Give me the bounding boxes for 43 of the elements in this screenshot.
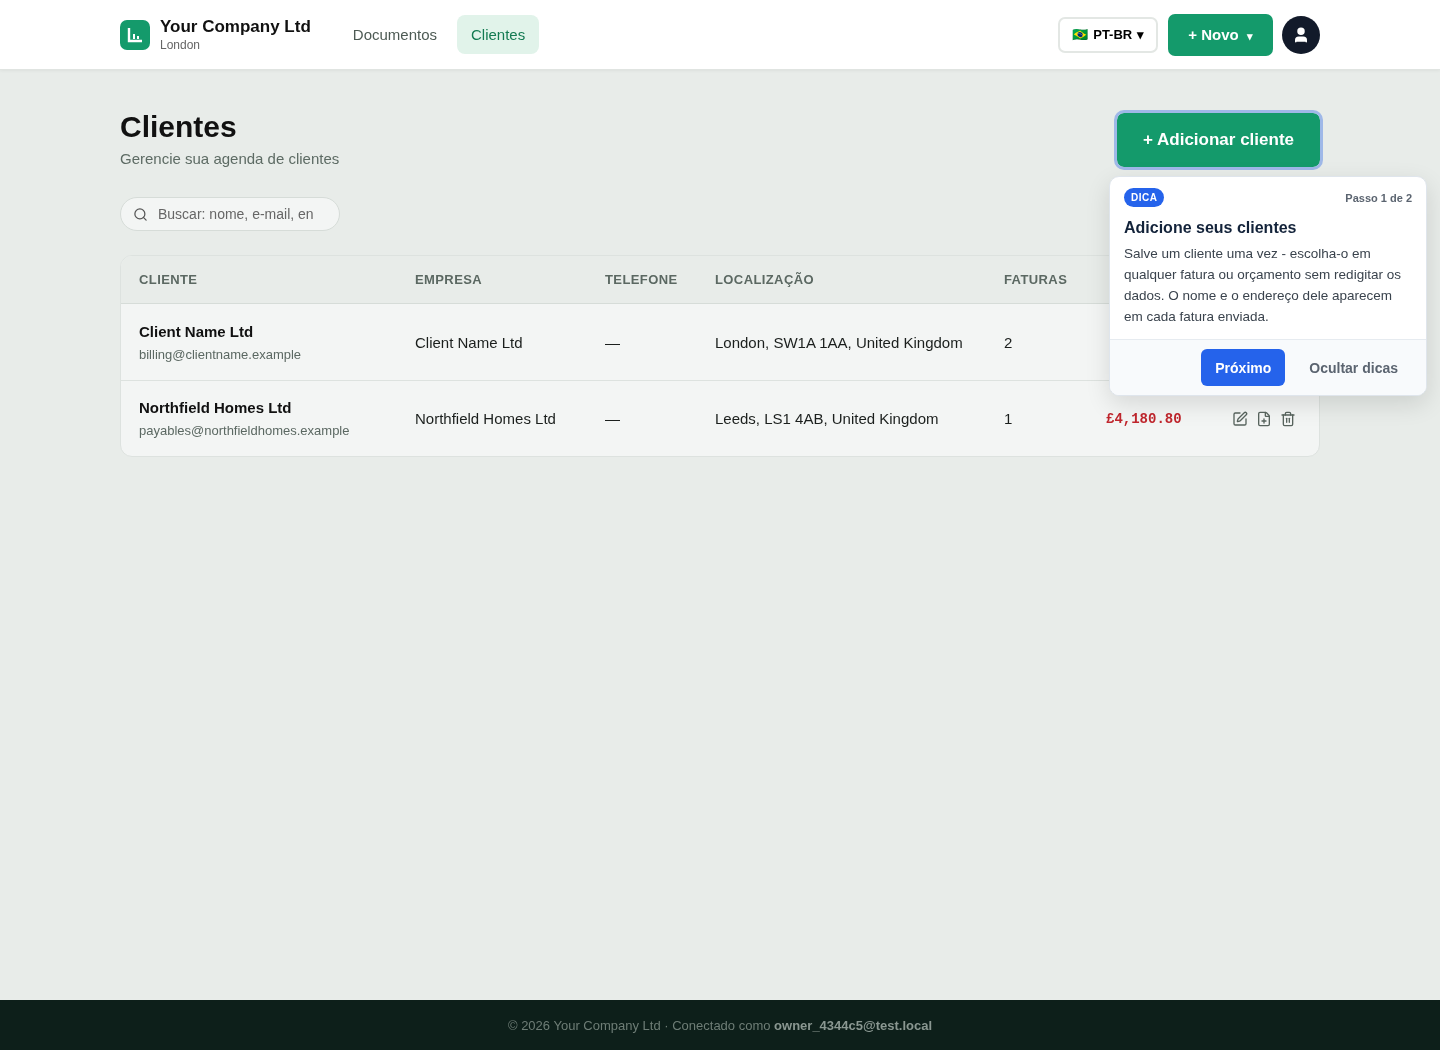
tip-badge: DICA <box>1124 188 1165 207</box>
column-header: FATURAS <box>1004 272 1069 287</box>
company-location: London <box>160 38 202 52</box>
client-email: billing@clientname.example <box>139 346 303 362</box>
search-icon <box>133 206 148 222</box>
edit-icon[interactable] <box>1232 410 1248 427</box>
client-email: payables@northfieldhomes.example <box>139 423 351 438</box>
logo-icon <box>120 19 150 50</box>
company-name: Your Company Ltd <box>160 17 311 37</box>
table-cell-text: Northfield Homes Ltd <box>415 410 557 427</box>
file-plus-icon[interactable] <box>1256 410 1272 427</box>
trash-icon[interactable] <box>1280 410 1296 427</box>
table-cell-text: London, SW1A 1AA, United Kingdom <box>715 333 964 351</box>
search-field[interactable]: Buscar: nome, e-mail, en <box>156 205 316 223</box>
hide-tips-button[interactable]: Ocultar dicas <box>1295 359 1412 376</box>
table-cell-text: 1 <box>1004 410 1014 427</box>
language-button[interactable]: 🇧🇷 PT-BR ▾ <box>1058 16 1159 53</box>
table-cell-text: Client Name Ltd <box>415 333 524 351</box>
avatar-button[interactable] <box>1282 15 1320 54</box>
search-box[interactable]: Buscar: nome, e-mail, en <box>120 197 340 231</box>
column-header: EMPRESA <box>415 272 484 287</box>
add-client-button[interactable]: + Adicionar cliente <box>1117 113 1320 167</box>
footer-text: © 2026 Your Company Ltd · Conectado como owner_4344c5@test.local <box>507 1017 933 1033</box>
page-title: Clientes <box>120 110 238 144</box>
client-name: Client Name Ltd <box>139 322 255 340</box>
page-subtitle: Gerencie sua agenda de clientes <box>120 150 340 167</box>
table-cell-text: 2 <box>1004 333 1014 351</box>
table-cell-text: Leeds, LS1 4AB, United Kingdom <box>715 410 940 427</box>
tip-title: Adicione seus clientes <box>1124 219 1298 237</box>
new-button[interactable]: + Novo ▾ <box>1168 13 1273 56</box>
step-counter: Passo 1 de 2 <box>1345 191 1412 204</box>
nav-tab[interactable]: Clientes <box>457 15 540 54</box>
column-header: CLIENTE <box>139 272 199 287</box>
table-cell-text: — <box>605 333 621 351</box>
table-cell-text: — <box>605 410 621 427</box>
nav-tab[interactable]: Documentos <box>338 15 451 54</box>
next-button[interactable]: Próximo <box>1201 349 1286 386</box>
column-header: LOCALIZAÇÃO <box>715 272 815 287</box>
tip-text: Salve um cliente uma vez - escolha-o em qualquer fatura ou orçamento sem redigitar os dados. O nome e o endereço dele aparecem em cada fatura enviada. <box>1124 245 1402 326</box>
client-name: Northfield Homes Ltd <box>139 399 293 416</box>
column-header: TELEFONE <box>605 272 679 287</box>
user-icon <box>1292 25 1310 44</box>
amount-cell-text: £4,180.80 <box>1106 410 1183 427</box>
